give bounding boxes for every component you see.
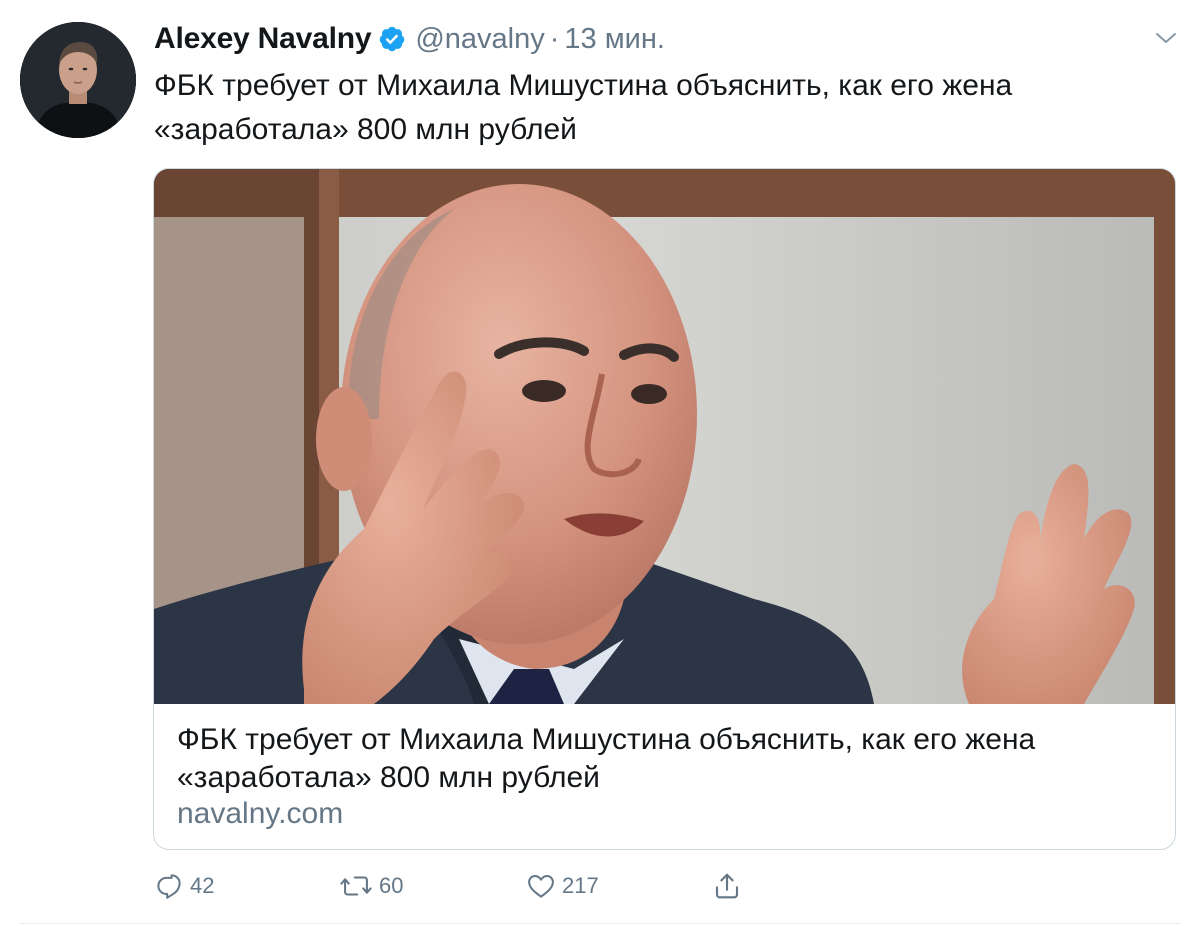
tweet-timestamp[interactable]: 13 мин. <box>564 23 665 56</box>
like-button[interactable]: 217 <box>526 866 599 906</box>
card-image[interactable] <box>154 169 1175 704</box>
card-title: ФБК требует от Михаила Мишустина объясни… <box>177 723 1036 794</box>
reply-count: 42 <box>190 873 215 898</box>
share-icon <box>715 873 739 899</box>
author-handle[interactable]: @navalny <box>415 23 544 56</box>
retweet-count: 60 <box>379 873 404 898</box>
link-card[interactable]: ФБК требует от Михаила Мишустина объясни… <box>153 168 1176 850</box>
like-count: 217 <box>562 873 599 898</box>
share-button[interactable] <box>712 866 742 906</box>
tweet-text: ФБК требует от Михаила Мишустина объясни… <box>154 69 1013 146</box>
tweet: Alexey Navalny @navalny · 13 мин. ФБК тр… <box>0 0 1200 926</box>
card-domain: navalny.com <box>177 797 344 830</box>
retweet-icon <box>340 876 372 896</box>
avatar[interactable] <box>20 22 136 138</box>
heart-icon <box>528 875 554 898</box>
retweet-button[interactable]: 60 <box>339 866 403 906</box>
action-bar: 42 60 217 <box>154 866 854 906</box>
chevron-down-icon[interactable] <box>1152 26 1180 50</box>
tweet-header: Alexey Navalny @navalny · 13 мин. <box>154 20 665 58</box>
header-separator: · <box>549 22 560 55</box>
card-photo <box>154 169 1175 704</box>
tweet-divider <box>20 923 1180 924</box>
reply-button[interactable]: 42 <box>154 866 214 906</box>
reply-icon <box>157 874 181 899</box>
author-name[interactable]: Alexey Navalny <box>154 22 372 56</box>
avatar-photo <box>20 22 136 138</box>
verified-badge-icon <box>380 26 405 52</box>
